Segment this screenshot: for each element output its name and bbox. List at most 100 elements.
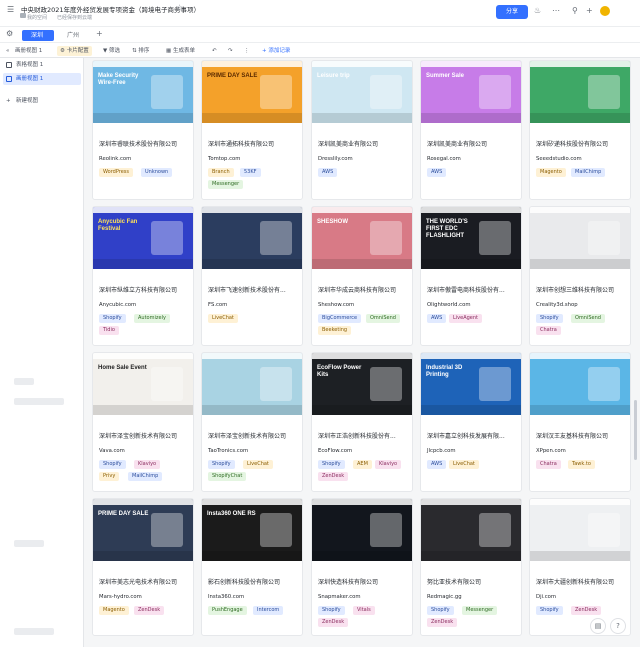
view-selector[interactable]: 画册视图 1 xyxy=(15,46,42,56)
thumb-strip xyxy=(421,405,521,415)
thumb-product-image xyxy=(479,367,511,401)
card-tag: ShopifyChat xyxy=(208,472,247,481)
gallery-card[interactable]: SHESHOW 深圳市华成云商科技有限公司 Sheshow.com BigCommer… xyxy=(311,206,413,346)
gallery-card[interactable]: PRIME DAY SALE 深圳市通拓科技有限公司 Tomtop.com Branc… xyxy=(201,60,303,200)
thumb-navbar xyxy=(530,61,630,67)
new-view-button[interactable]: + 新建视图 xyxy=(3,95,81,107)
scrollbar[interactable] xyxy=(634,400,637,460)
thumb-navbar xyxy=(202,499,302,505)
add-record-button[interactable]: + 添加记录 xyxy=(262,46,290,56)
gallery-card[interactable]: Home Sale Event 深圳市泽宝创新技术有限公司 Vava.com Shop… xyxy=(92,352,194,492)
gallery-card[interactable]: Anycubic Fan Festival 深圳市纵维立方科技有限公司 Anycub… xyxy=(92,206,194,346)
star-icon[interactable]: ☆ xyxy=(176,3,183,12)
card-url: Reolink.com xyxy=(99,156,132,162)
thumb-product-image xyxy=(260,513,292,547)
card-thumbnail: Anycubic Fan Festival xyxy=(93,207,193,269)
sidebar-item-table-view[interactable]: 表格视图 1 xyxy=(3,59,81,71)
card-url: Mars-hydro.com xyxy=(99,594,142,600)
thumb-strip xyxy=(93,551,193,561)
gallery-card[interactable]: Make Security Wire-Free 深圳市睿联技术股份有限公司 Reol… xyxy=(92,60,194,200)
document-icon[interactable]: ▤ xyxy=(590,618,606,634)
gallery-card[interactable]: 深圳汉王友基科技有限公司 XPpen.com Chatra Tawk.to xyxy=(529,352,631,492)
thumb-product-image xyxy=(151,221,183,255)
card-config-button[interactable]: ⚙ 卡片配置 xyxy=(57,46,92,56)
add-sheet-icon[interactable]: + xyxy=(96,28,103,40)
tab-guangzhou[interactable]: 广州 xyxy=(58,30,90,41)
thumb-product-image xyxy=(479,221,511,255)
card-tag: Shopify xyxy=(99,460,126,469)
share-button[interactable]: 分享 xyxy=(496,5,528,19)
card-tag: Shopify xyxy=(536,314,563,323)
card-title: 深圳汉王友基科技有限公司 xyxy=(536,433,609,440)
thumb-headline: Summer Sale xyxy=(426,73,465,79)
card-tag: OmniSend xyxy=(366,314,400,323)
thumb-headline: PRIME DAY SALE xyxy=(207,73,258,79)
card-tag: ZenDesk xyxy=(318,472,349,481)
thumb-strip xyxy=(93,405,193,415)
gallery-card[interactable]: 深圳市飞速创新技术股份有... FS.com LiveChat xyxy=(201,206,303,346)
card-url: Vava.com xyxy=(99,448,125,454)
bell-icon[interactable]: ♨ xyxy=(534,5,541,17)
thumb-strip xyxy=(93,259,193,269)
card-title: 深圳市睿联技术股份有限公司 xyxy=(99,141,178,148)
thumb-navbar xyxy=(93,61,193,67)
gallery-card[interactable]: EcoFlow Power Kits 深圳市正浩创新科技股份有... EcoFlow… xyxy=(311,352,413,492)
redo-icon[interactable]: ↷ xyxy=(228,46,233,56)
table-icon xyxy=(6,62,12,68)
sort-button[interactable]: ⇅ 排序 xyxy=(132,46,149,56)
card-tag: Shopify xyxy=(318,460,345,469)
more-icon[interactable]: ⋯ xyxy=(552,5,560,17)
gallery-card[interactable]: 深圳市大疆创新科技有限公司 Dji.com Shopify ZenDesk xyxy=(529,498,631,636)
menu-icon[interactable]: ☰ xyxy=(7,4,14,16)
card-tag: Unknown xyxy=(141,168,173,177)
card-url: TaoTronics.com xyxy=(208,448,249,454)
avatar[interactable] xyxy=(600,6,610,16)
card-tag: Shopify xyxy=(427,606,454,615)
gallery-card[interactable]: 深圳市创想三维科技有限公司 Creality3d.shop Shopify OmniS… xyxy=(529,206,631,346)
thumb-strip xyxy=(421,551,521,561)
card-tag: Shopify xyxy=(208,460,235,469)
add-icon[interactable]: + xyxy=(586,5,593,17)
gallery-card[interactable]: Leisure trip 深圳凯美商业有限公司 Dresslily.com AWS xyxy=(311,60,413,200)
card-tag: AWS xyxy=(427,314,447,323)
gallery-card[interactable]: 深圳市泽宝创新技术有限公司 TaoTronics.com Shopify LiveCh… xyxy=(201,352,303,492)
collapse-icon[interactable]: « xyxy=(6,46,9,56)
undo-icon[interactable]: ↶ xyxy=(212,46,217,56)
thumb-product-image xyxy=(479,513,511,547)
card-url: XPpen.com xyxy=(536,448,566,454)
gallery-card[interactable]: 努比亚技术有限公司 Redmagic.gg Shopify Messenger ZenD… xyxy=(420,498,522,636)
card-url: Sheshow.com xyxy=(318,302,355,308)
card-title: 影石创新科技股份有限公司 xyxy=(208,579,281,586)
gallery-card[interactable]: Summer Sale 深圳凯美商业有限公司 Rosegal.com AWS xyxy=(420,60,522,200)
thumb-product-image xyxy=(588,513,620,547)
thumb-headline: PRIME DAY SALE xyxy=(98,511,149,517)
filter-label: 筛选 xyxy=(108,48,120,54)
card-title: 深圳市正浩创新科技股份有... xyxy=(318,433,396,440)
card-title: 深圳市纵维立方科技有限公司 xyxy=(99,287,178,294)
location-label[interactable]: 我的空间 xyxy=(27,14,47,21)
generate-form-button[interactable]: ▦ 生成表单 xyxy=(166,46,195,56)
document-title[interactable]: 中央财政2021年度外经贸发展专项资金（跨境电子商务事项） xyxy=(21,4,200,14)
gallery-card[interactable]: Industrial 3D Printing 深圳市嘉立创科技发展有限... Jlc… xyxy=(420,352,522,492)
gallery-card[interactable]: PRIME DAY SALE 深圳市美志光电技术有限公司 Mars-hydro.co… xyxy=(92,498,194,636)
gallery-card[interactable]: 深圳快造科技有限公司 Snapmaker.com Shopify Vitals ZenD… xyxy=(311,498,413,636)
thumb-product-image xyxy=(370,367,402,401)
format-icon[interactable]: ⋮ xyxy=(244,46,250,56)
search-icon[interactable]: ⚲ xyxy=(572,5,578,17)
tab-shenzhen[interactable]: 深圳 xyxy=(22,30,54,41)
card-tag: Shopify xyxy=(99,314,126,323)
gallery-card[interactable]: Insta360 ONE RS 影石创新科技股份有限公司 Insta360.com P… xyxy=(201,498,303,636)
gallery-card[interactable]: 深圳矽递科技股份有限公司 Seeedstudio.com Magento MailCh… xyxy=(529,60,631,200)
filter-button[interactable]: ▼ 筛选 xyxy=(103,46,120,56)
card-title: 努比亚技术有限公司 xyxy=(427,579,482,586)
card-tag: AWS xyxy=(318,168,338,177)
card-thumbnail: Insta360 ONE RS xyxy=(202,499,302,561)
sidebar-item-gallery-view[interactable]: 画册视图 1 xyxy=(3,73,81,85)
thumb-strip xyxy=(530,113,630,123)
settings-icon[interactable]: ⚙ xyxy=(6,28,13,40)
help-icon[interactable]: ? xyxy=(610,618,626,634)
thumb-strip xyxy=(312,113,412,123)
card-tag: ZenDesk xyxy=(427,618,458,627)
card-title: 深圳市傲雷电商科技股份有... xyxy=(427,287,505,294)
gallery-card[interactable]: THE WORLD'S FIRST EDC FLASHLIGHT 深圳市傲雷电商科… xyxy=(420,206,522,346)
